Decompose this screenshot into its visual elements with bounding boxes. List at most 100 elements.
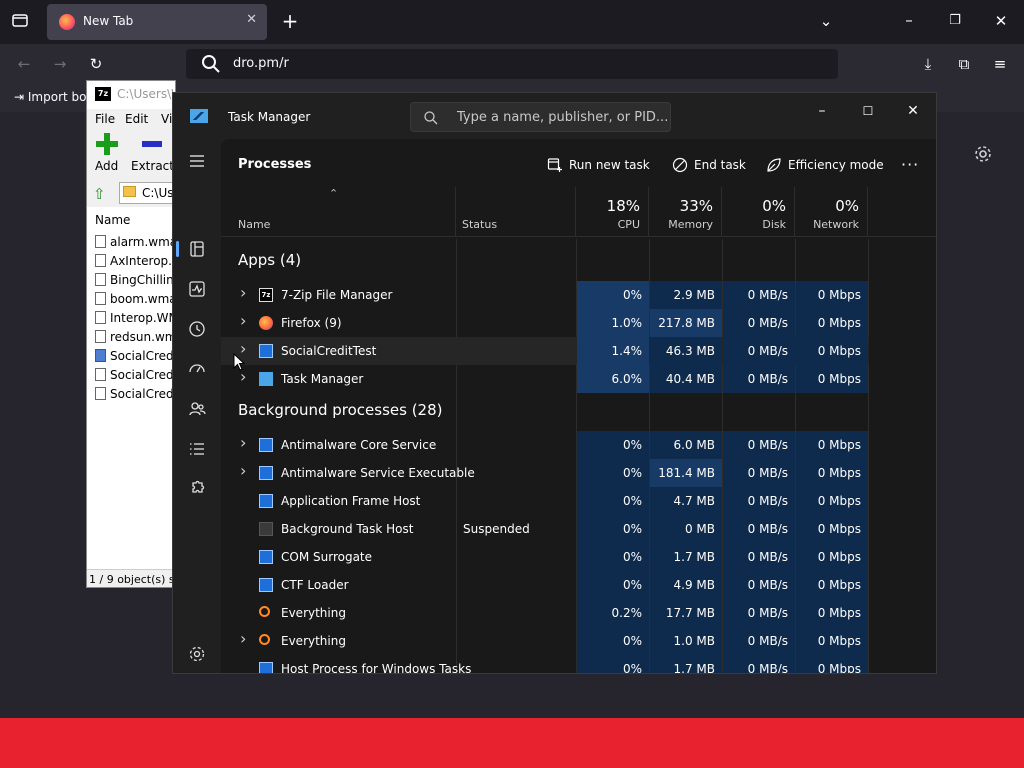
status-column-header[interactable]: Status xyxy=(456,187,576,237)
background-group-header[interactable]: Background processes (28) xyxy=(238,401,443,419)
end-task-button[interactable]: End task xyxy=(672,157,746,173)
process-name: Task Manager xyxy=(281,372,364,386)
close-window-icon[interactable]: ✕ xyxy=(990,11,1012,31)
list-item[interactable]: SocialCredit xyxy=(95,368,175,382)
process-name: Host Process for Windows Tasks xyxy=(281,662,472,674)
list-item[interactable]: Interop.WM xyxy=(95,311,175,325)
table-row[interactable]: › Everything 0% 1.0 MB 0 MB/s 0 Mbps xyxy=(221,627,869,655)
table-row[interactable]: Everything 0.2% 17.7 MB 0 MB/s 0 Mbps xyxy=(221,599,869,627)
table-row[interactable]: › Antimalware Service Executable 0% 181.4 M… xyxy=(221,459,869,487)
net-value: 0 Mbps xyxy=(796,281,868,309)
page-settings-icon[interactable] xyxy=(972,143,994,165)
efficiency-mode-button[interactable]: Efficiency mode xyxy=(766,157,884,173)
extensions-icon[interactable]: ⧉ xyxy=(953,54,975,74)
chevron-down-icon[interactable]: ⌄ xyxy=(815,11,837,31)
file-icon xyxy=(95,368,106,381)
menu-file[interactable]: File xyxy=(95,112,115,126)
list-item[interactable]: boom.wma xyxy=(95,292,175,306)
sevenzip-window[interactable]: 7z C:\Users\WMO\Downloads\socialcredit F… xyxy=(86,80,176,588)
cpu-column-header[interactable]: 18% CPU xyxy=(576,187,649,237)
mem-value: 1.0 MB xyxy=(650,627,722,655)
name-column-header[interactable]: Name xyxy=(95,213,130,227)
table-row[interactable]: CTF Loader 0% 4.9 MB 0 MB/s 0 Mbps xyxy=(221,571,869,599)
table-row[interactable]: Application Frame Host 0% 4.7 MB 0 MB/s 0 Mb… xyxy=(221,487,869,515)
startup-apps-icon[interactable] xyxy=(187,359,207,379)
table-row[interactable]: Background Task Host Suspended 0% 0 MB 0 MB/… xyxy=(221,515,869,543)
hamburger-menu-icon[interactable] xyxy=(187,151,207,171)
reload-icon[interactable]: ↻ xyxy=(85,54,107,74)
list-item[interactable]: redsun.wma xyxy=(95,330,175,344)
url-bar[interactable]: dro.pm/r xyxy=(186,49,838,79)
task-manager-icon xyxy=(259,372,273,386)
memory-column-header[interactable]: 33% Memory xyxy=(649,187,722,237)
run-new-task-icon xyxy=(547,158,562,172)
apps-group-header[interactable]: Apps (4) xyxy=(238,251,301,269)
more-options-button[interactable]: ··· xyxy=(901,155,919,174)
chevron-right-icon[interactable]: › xyxy=(240,283,246,302)
extract-button[interactable]: Extract xyxy=(131,133,174,173)
users-icon[interactable] xyxy=(187,399,207,419)
sevenzip-titlebar[interactable]: 7z C:\Users\WMO\Downloads\socialcredit xyxy=(87,81,175,109)
table-row[interactable]: › 7z 7-Zip File Manager 0% 2.9 MB 0 MB/s 0 Mbp… xyxy=(221,281,869,309)
menu-icon[interactable]: ≡ xyxy=(989,54,1011,74)
list-item[interactable]: AxInterop.W xyxy=(95,254,175,268)
disk-value: 0 MB/s xyxy=(723,431,795,459)
app-history-icon[interactable] xyxy=(187,319,207,339)
minimize-icon[interactable]: – xyxy=(807,99,837,123)
download-icon[interactable]: ⤓ xyxy=(917,54,939,74)
name-column-header[interactable]: Name xyxy=(221,187,456,237)
cpu-value: 0.2% xyxy=(577,599,649,627)
audio-file-icon xyxy=(95,254,106,267)
process-search-input[interactable]: Type a name, publisher, or PID... xyxy=(410,102,671,132)
new-tab-icon[interactable]: + xyxy=(279,11,301,31)
cpu-value: 0% xyxy=(577,627,649,655)
settings-icon[interactable] xyxy=(187,644,207,664)
table-row[interactable]: Host Process for Windows Tasks 0% 1.7 MB 0 … xyxy=(221,655,869,674)
chevron-right-icon[interactable]: › xyxy=(240,433,246,452)
services-icon[interactable] xyxy=(187,479,207,499)
performance-icon[interactable] xyxy=(187,279,207,299)
folder-up-icon[interactable]: ⇧ xyxy=(93,185,106,203)
navigation-sidebar xyxy=(173,139,221,673)
table-row[interactable]: › Antimalware Core Service 0% 6.0 MB 0 MB/s 0… xyxy=(221,431,869,459)
minimize-icon[interactable]: – xyxy=(898,10,920,30)
table-row[interactable]: › Firefox (9) 1.0% 217.8 MB 0 MB/s 0 Mbps xyxy=(221,309,869,337)
processes-icon[interactable] xyxy=(187,239,207,259)
chevron-right-icon[interactable]: › xyxy=(240,311,246,330)
menu-edit[interactable]: Edit xyxy=(125,112,148,126)
close-tab-icon[interactable]: ✕ xyxy=(246,12,257,27)
end-task-icon xyxy=(672,157,688,173)
run-new-task-button[interactable]: Run new task xyxy=(547,157,650,173)
table-row[interactable]: COM Surrogate 0% 1.7 MB 0 MB/s 0 Mbps xyxy=(221,543,869,571)
import-bookmarks-link[interactable]: ⇥ Import bo xyxy=(14,90,86,104)
details-icon[interactable] xyxy=(187,439,207,459)
task-manager-window[interactable]: Task Manager Type a name, publisher, or … xyxy=(172,92,937,674)
browser-tab[interactable]: New Tab ✕ xyxy=(47,4,267,40)
net-value: 0 Mbps xyxy=(796,487,868,515)
table-row[interactable]: › Task Manager 6.0% 40.4 MB 0 MB/s 0 Mbps xyxy=(221,365,869,393)
chevron-right-icon[interactable]: › xyxy=(240,629,246,648)
list-item[interactable]: alarm.wma xyxy=(95,235,175,249)
back-icon[interactable]: ← xyxy=(13,54,35,74)
maximize-icon[interactable]: ☐ xyxy=(853,99,883,123)
disk-column-header[interactable]: 0% Disk xyxy=(722,187,795,237)
close-icon[interactable]: ✕ xyxy=(898,99,928,123)
process-name: Background Task Host xyxy=(281,522,414,536)
list-item[interactable]: SocialCredit xyxy=(95,387,175,401)
task-manager-titlebar[interactable]: Task Manager Type a name, publisher, or … xyxy=(173,93,936,139)
list-item[interactable]: BingChilling xyxy=(95,273,175,287)
table-row[interactable]: › SocialCreditTest 1.4% 46.3 MB 0 MB/s 0 Mbps xyxy=(221,337,869,365)
disk-value: 0 MB/s xyxy=(723,515,795,543)
app-window-icon xyxy=(259,466,273,480)
chevron-right-icon[interactable]: › xyxy=(240,461,246,480)
tab-list-icon[interactable] xyxy=(9,12,31,32)
tab-title: New Tab xyxy=(83,14,134,28)
mouse-cursor-icon xyxy=(233,353,245,371)
address-field[interactable]: C:\Us xyxy=(119,182,175,204)
process-name: Antimalware Service Executable xyxy=(281,466,475,480)
forward-icon[interactable]: → xyxy=(49,54,71,74)
network-column-header[interactable]: 0% Network xyxy=(795,187,868,237)
add-button[interactable]: Add xyxy=(95,133,118,173)
restore-icon[interactable]: ❐ xyxy=(944,11,966,31)
list-item[interactable]: SocialCredit xyxy=(95,349,175,363)
